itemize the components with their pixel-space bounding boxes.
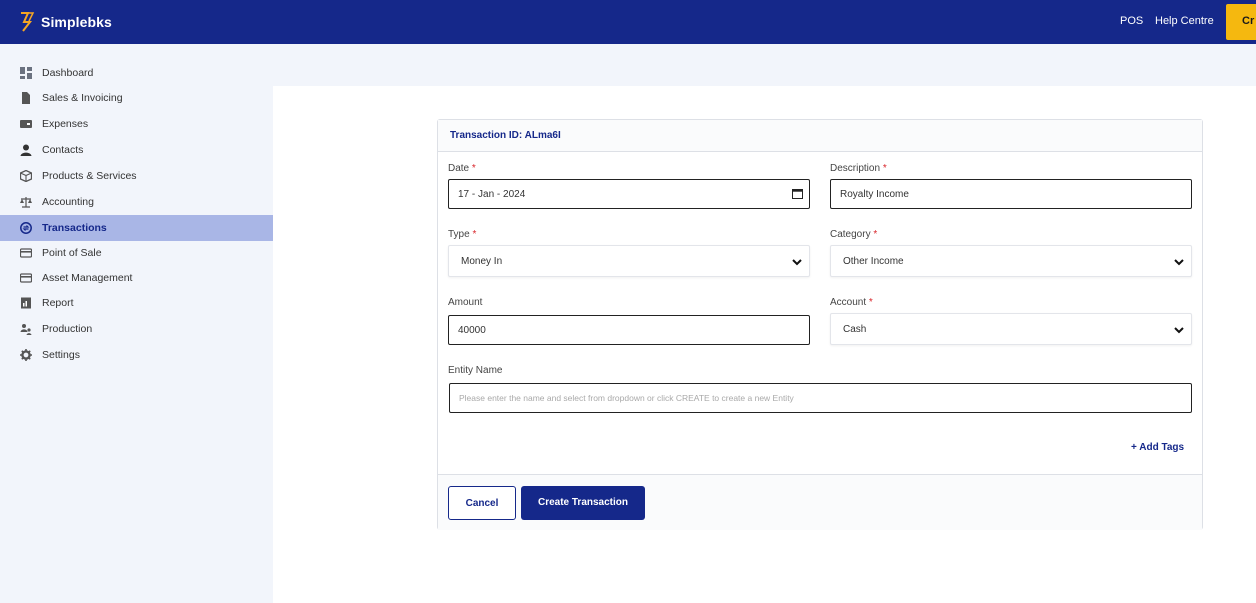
sidebar-item-label: Dashboard — [42, 67, 94, 79]
sidebar-item-settings[interactable]: Settings — [0, 342, 273, 368]
description-field[interactable]: Royalty Income — [830, 179, 1192, 209]
app-name: Simplebks — [41, 14, 112, 30]
document-icon — [20, 92, 32, 104]
sidebar-item-dashboard[interactable]: Dashboard — [0, 60, 273, 86]
type-select[interactable]: Money In — [448, 245, 810, 277]
create-button[interactable]: Cr — [1226, 4, 1256, 40]
sidebar-item-label: Point of Sale — [42, 247, 102, 259]
type-label: Type * — [448, 229, 477, 240]
date-label: Date * — [448, 163, 476, 174]
sidebar-item-asset-management[interactable]: Asset Management — [0, 265, 273, 291]
sidebar-item-label: Report — [42, 297, 74, 309]
people-icon — [20, 323, 32, 335]
entity-name-label: Entity Name — [448, 365, 503, 376]
sidebar-item-accounting[interactable]: Accounting — [0, 189, 273, 215]
calendar-icon[interactable] — [792, 188, 803, 199]
sidebar-item-transactions[interactable]: Transactions — [0, 215, 273, 241]
box-icon — [20, 170, 32, 182]
chevron-down-icon — [792, 259, 802, 266]
report-icon — [20, 297, 32, 309]
required-mark: * — [471, 163, 476, 174]
card-icon — [20, 247, 32, 259]
gear-icon — [20, 349, 32, 361]
transaction-id: Transaction ID: ALma6I — [450, 130, 561, 141]
sidebar-item-sales[interactable]: Sales & Invoicing — [0, 85, 273, 111]
card-header: Transaction ID: ALma6I — [438, 120, 1202, 152]
description-label: Description * — [830, 163, 887, 174]
sidebar-item-label: Asset Management — [42, 272, 133, 284]
amount-field[interactable]: 40000 — [448, 315, 810, 345]
sidebar-item-products[interactable]: Products & Services — [0, 163, 273, 189]
sidebar-item-contacts[interactable]: Contacts — [0, 137, 273, 163]
sidebar-item-label: Settings — [42, 349, 80, 361]
content-header-strip — [273, 44, 1256, 86]
logo-icon — [21, 12, 35, 32]
scale-icon — [20, 196, 32, 208]
sidebar-item-label: Production — [42, 323, 93, 335]
top-bar: Simplebks POS Help Centre Cr — [0, 0, 1256, 44]
cancel-button[interactable]: Cancel — [448, 486, 516, 520]
add-tags-link[interactable]: + Add Tags — [1131, 442, 1184, 453]
required-mark: * — [882, 163, 887, 174]
account-label: Account * — [830, 297, 873, 308]
required-mark: * — [868, 297, 873, 308]
sidebar-item-label: Expenses — [42, 118, 89, 130]
wallet-icon — [20, 118, 32, 130]
transaction-icon — [20, 222, 32, 234]
sidebar-item-report[interactable]: Report — [0, 290, 273, 316]
pos-link[interactable]: POS — [1120, 15, 1143, 27]
required-mark: * — [873, 229, 878, 240]
transaction-form-card: Transaction ID: ALma6I Date * 17 - Jan -… — [437, 119, 1203, 530]
sidebar-item-production[interactable]: Production — [0, 316, 273, 342]
account-select[interactable]: Cash — [830, 313, 1192, 345]
card-footer: Cancel Create Transaction — [438, 474, 1202, 530]
help-centre-link[interactable]: Help Centre — [1155, 15, 1214, 27]
amount-label: Amount — [448, 297, 483, 308]
sidebar-item-label: Sales & Invoicing — [42, 92, 123, 104]
card-icon — [20, 272, 32, 284]
category-select[interactable]: Other Income — [830, 245, 1192, 277]
sidebar-item-expenses[interactable]: Expenses — [0, 111, 273, 137]
required-mark: * — [472, 229, 477, 240]
sidebar-item-label: Transactions — [42, 222, 107, 234]
create-transaction-button[interactable]: Create Transaction — [521, 486, 645, 520]
chevron-down-icon — [1174, 327, 1184, 334]
sidebar-item-pos[interactable]: Point of Sale — [0, 240, 273, 266]
date-field[interactable]: 17 - Jan - 2024 — [448, 179, 810, 209]
chevron-down-icon — [1174, 259, 1184, 266]
user-icon — [20, 144, 32, 156]
dashboard-icon — [20, 67, 32, 79]
sidebar-item-label: Accounting — [42, 196, 94, 208]
brand[interactable]: Simplebks — [18, 11, 112, 33]
category-label: Category * — [830, 229, 878, 240]
entity-name-input[interactable]: Please enter the name and select from dr… — [449, 383, 1192, 413]
sidebar-item-label: Products & Services — [42, 170, 137, 182]
sidebar: Dashboard Sales & Invoicing Expenses Con… — [0, 44, 273, 603]
sidebar-item-label: Contacts — [42, 144, 84, 156]
